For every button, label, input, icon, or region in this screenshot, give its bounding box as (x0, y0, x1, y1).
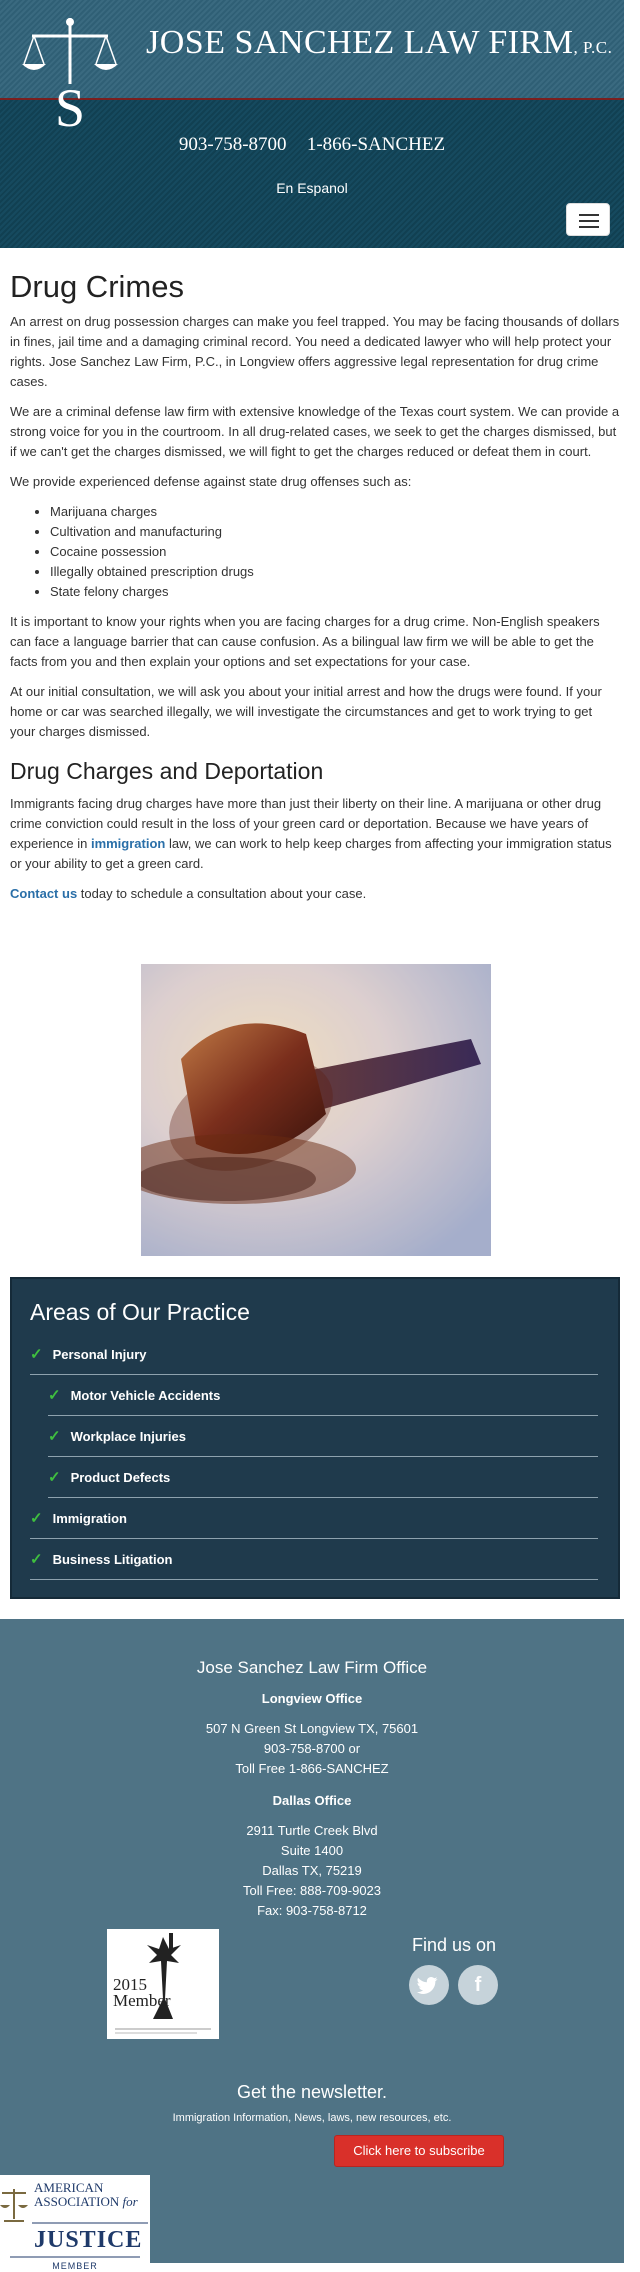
aaj-for: for (122, 2194, 138, 2209)
checkmark-icon: ✓ (48, 1469, 61, 1486)
longview-address: 507 N Green St Longview TX, 75601 (205, 1721, 419, 1736)
newsletter-title: Get the newsletter. (236, 2082, 388, 2102)
longview-tollfree[interactable]: Toll Free 1-866-SANCHEZ (0, 1759, 624, 1779)
practice-item-business-litigation[interactable]: ✓ Business Litigation (30, 1539, 598, 1580)
practice-item-label: Business Litigation (52, 1551, 173, 1567)
language-link-label: En Espanol (276, 180, 348, 196)
longview-heading: Longview Office (261, 1691, 363, 1706)
practice-item-label: Personal Injury (52, 1346, 147, 1362)
facebook-icon[interactable]: f (458, 1965, 498, 2005)
checkmark-icon: ✓ (30, 1551, 43, 1568)
list-item: Cocaine possession (50, 542, 620, 562)
firm-name-text: Jose Sanchez Law Firm (146, 24, 574, 61)
practice-item-label: Product Defects (70, 1469, 171, 1485)
checkmark-icon: ✓ (30, 1510, 43, 1527)
section-heading-deportation: Drug Charges and Deportation (10, 758, 324, 784)
practice-item-immigration[interactable]: ✓ Immigration (30, 1498, 598, 1539)
aaj-line-1: AMERICAN (34, 2180, 104, 2195)
svg-text:S: S (55, 78, 85, 132)
longview-office: Longview Office 507 N Green St Longview … (0, 1689, 624, 1779)
intro-paragraph: An arrest on drug possession charges can… (10, 314, 620, 389)
list-item: Cultivation and manufacturing (50, 522, 620, 542)
offenses-intro: We provide experienced defense against s… (10, 474, 412, 489)
dallas-tollfree[interactable]: Toll Free: 888-709-9023 (0, 1881, 624, 1901)
dallas-suite: Suite 1400 (280, 1843, 344, 1858)
dallas-street: 2911 Turtle Creek Blvd (246, 1823, 378, 1838)
footer-title: Jose Sanchez Law Firm Office (196, 1658, 428, 1677)
aaj-scales-icon (0, 2189, 28, 2222)
main-content: Drug Crimes An arrest on drug possession… (10, 268, 620, 914)
phone-link-local[interactable]: 903-758-8700 (179, 134, 287, 155)
aila-member-badge: 2015 Member (107, 1929, 219, 2039)
gavel-image (141, 964, 491, 1256)
offenses-list: Marijuana charges Cultivation and manufa… (50, 502, 620, 602)
practice-item-workplace-injuries[interactable]: ✓ Workplace Injuries (48, 1416, 598, 1457)
practice-item-label: Workplace Injuries (70, 1428, 186, 1444)
language-link[interactable]: En Espanol (0, 180, 624, 196)
practice-item-product-defects[interactable]: ✓ Product Defects (48, 1457, 598, 1498)
aaj-line-3: JUSTICE (34, 2227, 143, 2253)
dallas-fax: Fax: 903-758-8712 (257, 1903, 367, 1918)
aaj-member-logo: AMERICAN ASSOCIATION for JUSTICE MEMBER (0, 2175, 150, 2272)
badge-label: Member (113, 1991, 171, 2010)
phone-link-tollfree[interactable]: 1-866-SANCHEZ (307, 134, 445, 155)
practice-areas-title: Areas of Our Practice (30, 1299, 250, 1325)
consultation-paragraph: At our initial consultation, we will ask… (10, 684, 602, 739)
page-title: Drug Crimes (10, 269, 184, 304)
aaj-line-2: ASSOCIATION (34, 2194, 120, 2209)
newsletter-subtitle: Immigration Information, News, laws, new… (172, 2112, 452, 2124)
firm-suffix: P.C. (582, 38, 613, 57)
practice-areas-panel: Areas of Our Practice ✓ Personal Injury … (10, 1277, 620, 1599)
header-phones: 903-758-8700 1-866-SANCHEZ (0, 134, 624, 156)
dallas-city: Dallas TX, 75219 (262, 1863, 362, 1878)
site-footer: Jose Sanchez Law Firm Office Longview Of… (0, 1619, 624, 2272)
find-us-label: Find us on (412, 1935, 497, 1955)
deportation-paragraph: Immigrants facing drug charges have more… (10, 796, 612, 871)
immigration-link[interactable]: immigration (91, 836, 165, 851)
hamburger-menu-icon[interactable] (566, 203, 610, 236)
rights-paragraph: It is important to know your rights when… (10, 614, 600, 669)
page: S Jose Sanchez Law Firm, P.C. 903-758-87… (0, 0, 624, 2272)
contact-us-link[interactable]: Contact us (10, 886, 77, 901)
practice-item-label: Motor Vehicle Accidents (70, 1387, 221, 1403)
practice-item-label: Immigration (52, 1510, 127, 1526)
twitter-icon[interactable] (409, 1965, 449, 2005)
dallas-office: Dallas Office 2911 Turtle Creek Blvd Sui… (0, 1791, 624, 1921)
checkmark-icon: ✓ (30, 1346, 43, 1363)
site-header: S Jose Sanchez Law Firm, P.C. 903-758-87… (0, 0, 624, 248)
list-item: State felony charges (50, 582, 620, 602)
aaj-member-label: MEMBER (52, 2261, 98, 2271)
list-item: Illegally obtained prescription drugs (50, 562, 620, 582)
dallas-heading: Dallas Office (272, 1793, 352, 1808)
checkmark-icon: ✓ (48, 1387, 61, 1404)
scales-of-justice-logo-icon[interactable]: S (20, 14, 120, 132)
contact-paragraph: Contact us today to schedule a consultat… (10, 886, 367, 901)
list-item: Marijuana charges (50, 502, 620, 522)
practice-item-personal-injury[interactable]: ✓ Personal Injury (30, 1334, 598, 1375)
subscribe-button[interactable]: Click here to subscribe (334, 2135, 504, 2167)
defense-paragraph: We are a criminal defense law firm with … (10, 404, 620, 459)
longview-phone[interactable]: 903-758-8700 or (0, 1739, 624, 1759)
firm-name[interactable]: Jose Sanchez Law Firm, P.C. (146, 24, 612, 62)
practice-item-motor-vehicle-accidents[interactable]: ✓ Motor Vehicle Accidents (48, 1375, 598, 1416)
checkmark-icon: ✓ (48, 1428, 61, 1445)
